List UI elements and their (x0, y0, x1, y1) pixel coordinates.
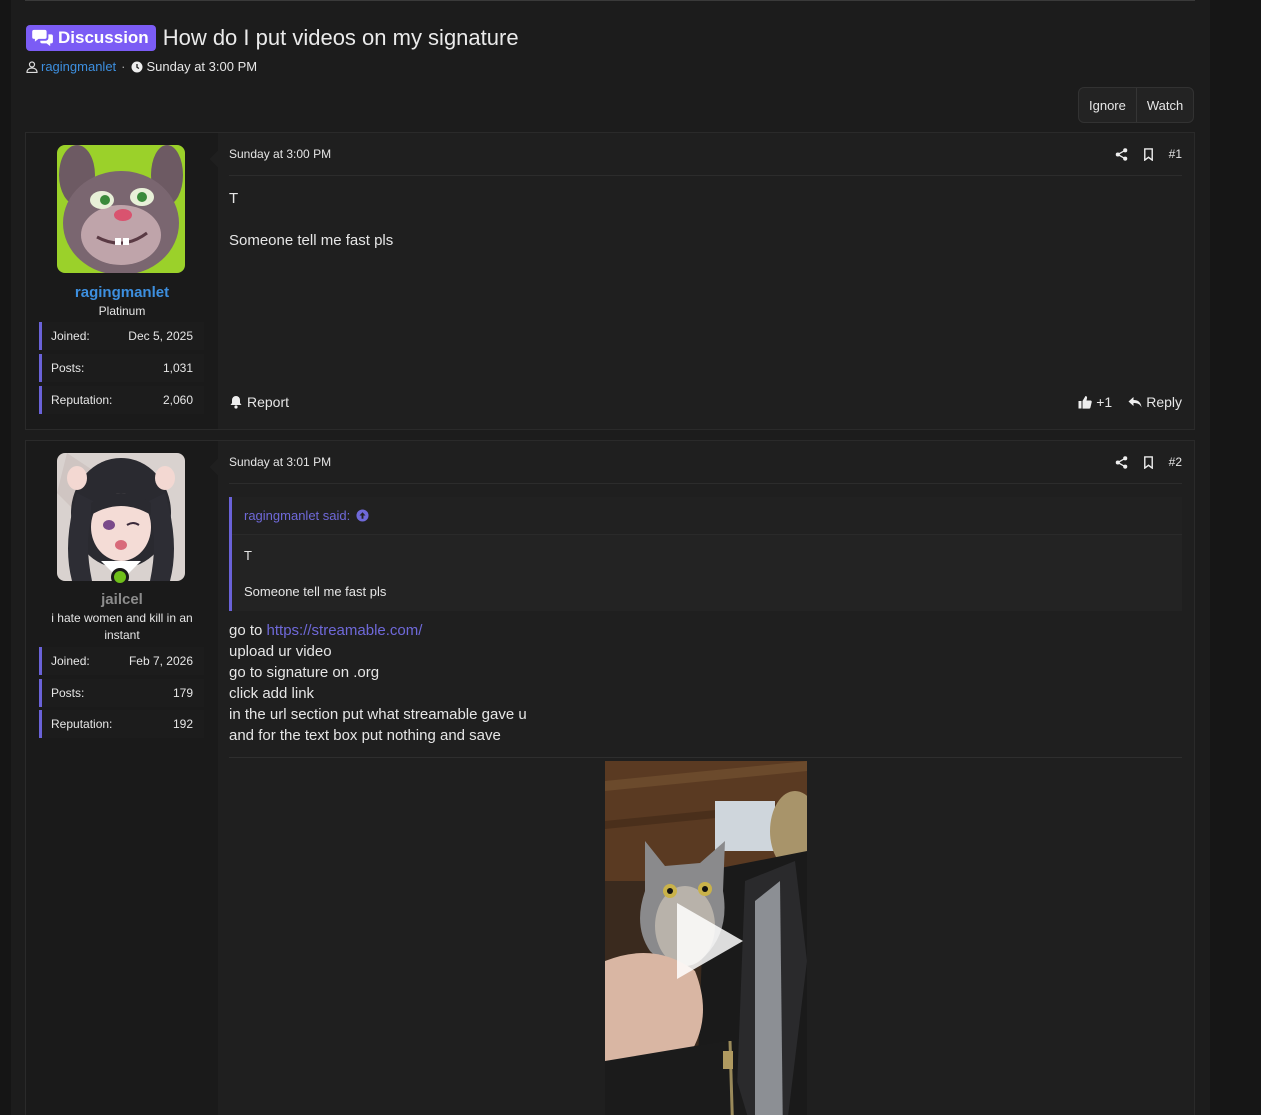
stat-label: Posts: (51, 686, 85, 700)
post-body-line: and for the text box put nothing and sav… (229, 727, 501, 744)
post-body-line: go to signature on .org (229, 664, 380, 681)
post-body-line: upload ur video (229, 643, 332, 660)
post-2-body: go to https://streamable.com/ upload ur … (229, 620, 527, 746)
quote-line: Someone tell me fast pls (244, 584, 387, 599)
stat-value: Feb 7, 2026 (128, 654, 193, 668)
like-button[interactable]: +1 (1078, 394, 1112, 410)
stat-value: 179 (172, 686, 193, 700)
share-icon[interactable] (1115, 455, 1128, 469)
post-2-user-title: i hate women and kill in an instant (51, 611, 193, 642)
stat-label: Reputation: (51, 717, 113, 731)
stat-value: 1,031 (162, 361, 193, 375)
stat-label: Reputation: (51, 393, 113, 407)
post-2-header: Sunday at 3:01 PM #2 (229, 441, 1182, 484)
watch-button[interactable]: Watch (1135, 88, 1193, 122)
reply-button[interactable]: Reply (1128, 394, 1182, 410)
user-icon (26, 60, 38, 73)
signature-video[interactable] (605, 761, 807, 1115)
body-text: go to (229, 622, 267, 639)
stat-label: Joined: (51, 329, 90, 343)
reply-label: Reply (1146, 394, 1182, 410)
post-actions: #1 (1115, 147, 1182, 161)
post-date[interactable]: Sunday at 3:01 PM (229, 455, 331, 469)
post-body-line: Someone tell me fast pls (229, 232, 394, 249)
post-1-stat-reputation: Reputation: 2,060 (39, 386, 204, 414)
bell-icon (230, 396, 242, 409)
page-right-gutter (1210, 0, 1261, 1115)
thread-start-time[interactable]: Sunday at 3:00 PM (147, 59, 258, 74)
post-body-line: in the url section put what streamable g… (229, 706, 527, 723)
report-label: Report (247, 394, 290, 410)
thread-container: Discussion How do I put videos on my sig… (11, 0, 1210, 1115)
thread-title-row: Discussion How do I put videos on my sig… (26, 25, 519, 51)
share-icon[interactable] (1115, 147, 1128, 161)
post-number[interactable]: #1 (1169, 147, 1182, 161)
quote-block: ragingmanlet said: T Someone tell me fas… (229, 497, 1182, 611)
post-number[interactable]: #2 (1169, 455, 1182, 469)
bookmark-icon[interactable] (1142, 147, 1155, 161)
top-divider (25, 0, 1195, 1)
stat-value: 2,060 (162, 393, 193, 407)
comments-icon (32, 29, 53, 47)
quote-line: T (244, 548, 252, 563)
prefix-label: Discussion (58, 28, 149, 47)
post-1-reactions: +1 Reply (1078, 394, 1182, 410)
post-1-header: Sunday at 3:00 PM #1 (229, 133, 1182, 176)
post-1: ragingmanlet Platinum Joined: Dec 5, 202… (25, 132, 1195, 430)
post-date[interactable]: Sunday at 3:00 PM (229, 147, 331, 161)
post-2: jailcel i hate women and kill in an inst… (25, 440, 1195, 1115)
report-link[interactable]: Report (229, 394, 289, 410)
post-1-body: T Someone tell me fast pls (229, 188, 393, 251)
post-1-user-panel: ragingmanlet Platinum Joined: Dec 5, 202… (26, 133, 218, 429)
thread-title: How do I put videos on my signature (162, 25, 519, 50)
post-1-username[interactable]: ragingmanlet (26, 284, 218, 301)
stat-value: 192 (172, 717, 193, 731)
post-body-line: click add link (229, 685, 315, 702)
post-body-line: T (229, 190, 239, 207)
thread-author-link[interactable]: ragingmanlet (41, 59, 116, 74)
stat-label: Posts: (51, 361, 85, 375)
post-1-stat-posts: Posts: 1,031 (39, 354, 204, 382)
post-2-stat-reputation: Reputation: 192 (39, 710, 204, 738)
quote-arrow-icon[interactable] (356, 509, 369, 522)
post-2-stat-joined: Joined: Feb 7, 2026 (39, 647, 204, 675)
post-1-footer: Report +1 Reply (229, 394, 1182, 410)
quote-author[interactable]: ragingmanlet said: (244, 508, 350, 523)
bookmark-icon[interactable] (1142, 455, 1155, 469)
quote-header[interactable]: ragingmanlet said: (232, 497, 1182, 535)
post-2-content: Sunday at 3:01 PM #2 ragingmanlet said: (218, 441, 1194, 1115)
stat-label: Joined: (51, 654, 90, 668)
reply-icon (1128, 397, 1142, 408)
ignore-button[interactable]: Ignore (1079, 88, 1136, 122)
post-2-username[interactable]: jailcel (26, 591, 218, 608)
meta-separator: · (121, 59, 126, 74)
stat-value: Dec 5, 2025 (128, 329, 193, 343)
thumbs-up-icon (1078, 396, 1092, 409)
thread-meta: ragingmanlet · Sunday at 3:00 PM (26, 59, 257, 74)
page-left-gutter (0, 0, 11, 1115)
post-actions: #2 (1115, 455, 1182, 469)
clock-icon (131, 61, 142, 72)
post-2-stat-posts: Posts: 179 (39, 679, 204, 707)
streamable-link[interactable]: https://streamable.com/ (267, 622, 423, 639)
signature-divider (229, 757, 1182, 758)
post-1-content: Sunday at 3:00 PM #1 T Someone tell me f… (218, 133, 1194, 429)
online-status-dot (111, 568, 129, 586)
post-body-line: go to https://streamable.com/ (229, 620, 527, 641)
reaction-count: +1 (1096, 394, 1113, 410)
post-1-user-title: Platinum (98, 304, 146, 318)
post-1-stat-joined: Joined: Dec 5, 2025 (39, 322, 204, 350)
discussion-prefix-badge[interactable]: Discussion (26, 25, 156, 51)
avatar[interactable] (57, 145, 185, 273)
quote-body: T Someone tell me fast pls (232, 535, 1182, 613)
avatar[interactable] (57, 453, 185, 581)
thread-action-buttons: Ignore Watch (1078, 87, 1195, 123)
post-2-user-panel: jailcel i hate women and kill in an inst… (26, 441, 218, 1115)
